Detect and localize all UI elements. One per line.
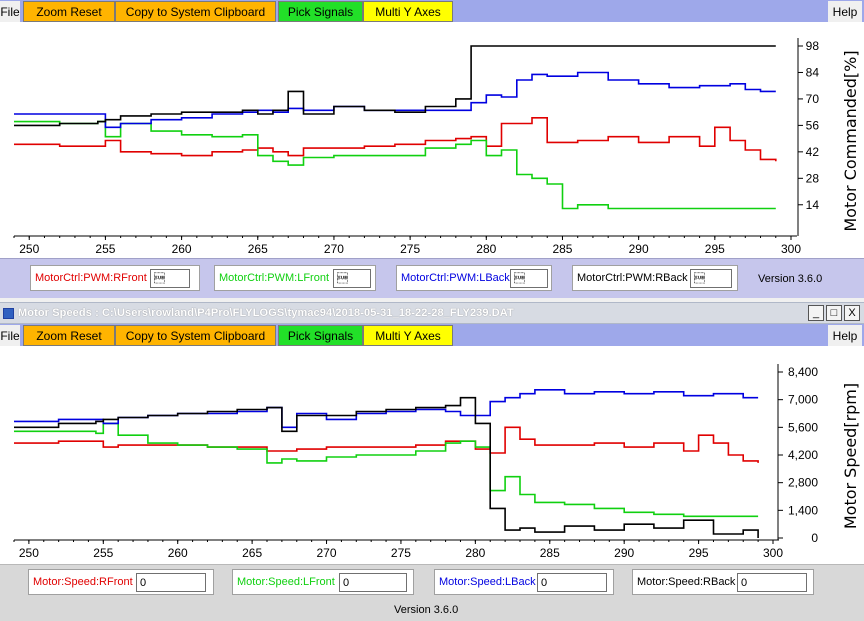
bottom-y-tick-label: 2,800 bbox=[788, 476, 818, 490]
top-toolbar: File Zoom Reset Copy to System Clipboard… bbox=[0, 0, 864, 22]
top-y-tick-label: 56 bbox=[806, 118, 820, 132]
bottom-x-tick-label: 270 bbox=[317, 546, 337, 560]
bottom-y-tick-label: 0 bbox=[811, 531, 818, 545]
top-x-tick-label: 270 bbox=[324, 242, 344, 256]
top-y-tick-label: 42 bbox=[806, 145, 820, 159]
app-icon bbox=[3, 308, 14, 319]
top-signal-rback: MotorCtrl:PWM:RBack  bbox=[572, 265, 738, 291]
top-x-tick-label: 260 bbox=[172, 242, 192, 256]
bottom-x-tick-label: 250 bbox=[19, 546, 39, 560]
top-signal-lfront: MotorCtrl:PWM:LFront  bbox=[214, 265, 376, 291]
bottom-file-menu[interactable]: File bbox=[0, 325, 20, 346]
bottom-y-tick-label: 4,200 bbox=[788, 448, 818, 462]
bottom-signal-rfront: Motor:Speed:RFront 0 bbox=[28, 569, 214, 595]
maximize-button[interactable]: □ bbox=[826, 305, 842, 321]
top-signal-lback-label: MotorCtrl:PWM:LBack bbox=[401, 272, 510, 284]
bottom-x-tick-label: 295 bbox=[689, 546, 709, 560]
top-x-tick-label: 250 bbox=[19, 242, 39, 256]
top-plot-area[interactable]: 250 255 260 265 270 275 280 285 290 295 300 98 84 70 5… bbox=[0, 22, 864, 258]
top-zoom-reset-button[interactable]: Zoom Reset bbox=[23, 1, 115, 22]
bottom-signal-rfront-value[interactable]: 0 bbox=[136, 573, 206, 592]
top-signal-rback-value[interactable]:  bbox=[690, 269, 732, 288]
top-chart: 250 255 260 265 270 275 280 285 290 295 300 98 84 70 5… bbox=[13, 38, 860, 256]
bottom-y-tick-label: 8,400 bbox=[788, 365, 818, 379]
bottom-multi-y-axes-button[interactable]: Multi Y Axes bbox=[363, 325, 453, 346]
bottom-x-tick-label: 290 bbox=[614, 546, 634, 560]
minimize-button[interactable]: _ bbox=[808, 305, 824, 321]
top-signal-rfront-value[interactable]:  bbox=[150, 269, 190, 288]
bottom-chart: 250 255 260 265 270 275 280 285 290 295 300 8,400 7,… bbox=[13, 364, 860, 560]
top-series-lfront bbox=[14, 120, 776, 210]
bottom-signal-lfront: Motor:Speed:LFront 0 bbox=[232, 569, 414, 595]
bottom-series-lfront bbox=[14, 422, 759, 518]
top-series-rback bbox=[14, 45, 776, 127]
bottom-legend-strip: Motor:Speed:RFront 0 Motor:Speed:LFront … bbox=[0, 564, 864, 621]
top-y-tick-label: 28 bbox=[806, 171, 820, 185]
top-y-tick-label: 84 bbox=[806, 65, 820, 79]
bottom-signal-lback-value[interactable]: 0 bbox=[537, 573, 607, 592]
bottom-series-rfront bbox=[14, 426, 759, 463]
bottom-x-tick-label: 265 bbox=[242, 546, 262, 560]
top-signal-lback-value[interactable]:  bbox=[510, 269, 548, 288]
top-version-label: Version 3.6.0 bbox=[758, 273, 823, 285]
top-y-tick-label: 98 bbox=[806, 39, 820, 53]
top-x-tick-label: 285 bbox=[552, 242, 572, 256]
top-x-tick-label: 290 bbox=[629, 242, 649, 256]
bottom-y-axis-title: Motor Speed[rpm] bbox=[841, 383, 860, 529]
bottom-copy-clipboard-button[interactable]: Copy to System Clipboard bbox=[115, 325, 276, 346]
bottom-signal-lfront-label: Motor:Speed:LFront bbox=[237, 576, 335, 588]
bottom-pick-signals-button[interactable]: Pick Signals bbox=[278, 325, 363, 346]
top-copy-clipboard-button[interactable]: Copy to System Clipboard bbox=[115, 1, 276, 22]
bottom-signal-lfront-value[interactable]: 0 bbox=[339, 573, 407, 592]
bottom-signal-rfront-label: Motor:Speed:RFront bbox=[33, 576, 133, 588]
bottom-signal-rback-label: Motor:Speed:RBack bbox=[637, 576, 736, 588]
top-signal-rfront: MotorCtrl:PWM:RFront  bbox=[30, 265, 200, 291]
window-titlebar[interactable]: Motor Speeds : C:\Users\rowland\P4Pro\FL… bbox=[0, 302, 864, 324]
top-signal-lback: MotorCtrl:PWM:LBack  bbox=[396, 265, 552, 291]
top-help-menu[interactable]: Help bbox=[828, 1, 862, 22]
top-pick-signals-button[interactable]: Pick Signals bbox=[278, 1, 363, 22]
bottom-toolbar: File Zoom Reset Copy to System Clipboard… bbox=[0, 324, 864, 346]
top-x-tick-label: 265 bbox=[248, 242, 268, 256]
close-button[interactable]: X bbox=[844, 305, 860, 321]
bottom-x-tick-label: 280 bbox=[465, 546, 485, 560]
bottom-y-tick-label: 7,000 bbox=[788, 393, 818, 407]
top-legend-strip: MotorCtrl:PWM:RFront  MotorCtrl:PWM:LFr… bbox=[0, 258, 864, 298]
top-series-rfront bbox=[14, 117, 777, 162]
top-series-lback bbox=[14, 71, 776, 129]
bottom-x-tick-label: 275 bbox=[391, 546, 411, 560]
top-file-menu[interactable]: File bbox=[0, 1, 20, 22]
top-x-tick-label: 280 bbox=[476, 242, 496, 256]
bottom-zoom-reset-button[interactable]: Zoom Reset bbox=[23, 325, 115, 346]
bottom-y-tick-label: 1,400 bbox=[788, 503, 818, 517]
bottom-signal-rback-value[interactable]: 0 bbox=[737, 573, 807, 592]
top-x-tick-label: 300 bbox=[781, 242, 801, 256]
top-signal-rback-label: MotorCtrl:PWM:RBack bbox=[577, 272, 688, 284]
bottom-signal-lback-label: Motor:Speed:LBack bbox=[439, 576, 536, 588]
bottom-x-tick-label: 260 bbox=[168, 546, 188, 560]
bottom-signal-lback: Motor:Speed:LBack 0 bbox=[434, 569, 614, 595]
bottom-help-menu[interactable]: Help bbox=[828, 325, 862, 346]
top-y-axis-title: Motor Commanded[%] bbox=[841, 50, 860, 231]
bottom-x-tick-label: 255 bbox=[93, 546, 113, 560]
top-x-tick-label: 295 bbox=[705, 242, 725, 256]
top-y-tick-label: 14 bbox=[806, 198, 820, 212]
bottom-y-tick-label: 5,600 bbox=[788, 420, 818, 434]
top-signal-rfront-label: MotorCtrl:PWM:RFront bbox=[35, 272, 147, 284]
bottom-plot-area[interactable]: 250 255 260 265 270 275 280 285 290 295 300 8,400 7,… bbox=[0, 346, 864, 564]
top-y-tick-label: 70 bbox=[806, 92, 820, 106]
top-x-tick-label: 255 bbox=[95, 242, 115, 256]
bottom-series-lback bbox=[14, 389, 759, 429]
bottom-x-tick-label: 300 bbox=[763, 546, 783, 560]
bottom-version-label: Version 3.6.0 bbox=[394, 604, 459, 616]
top-multi-y-axes-button[interactable]: Multi Y Axes bbox=[363, 1, 453, 22]
window-title: Motor Speeds : C:\Users\rowland\P4Pro\FL… bbox=[18, 307, 514, 319]
bottom-signal-rback: Motor:Speed:RBack 0 bbox=[632, 569, 814, 595]
top-signal-lfront-value[interactable]:  bbox=[333, 269, 371, 288]
bottom-x-tick-label: 285 bbox=[540, 546, 560, 560]
top-x-tick-label: 275 bbox=[400, 242, 420, 256]
bottom-series-rback bbox=[14, 396, 759, 538]
top-signal-lfront-label: MotorCtrl:PWM:LFront bbox=[219, 272, 330, 284]
